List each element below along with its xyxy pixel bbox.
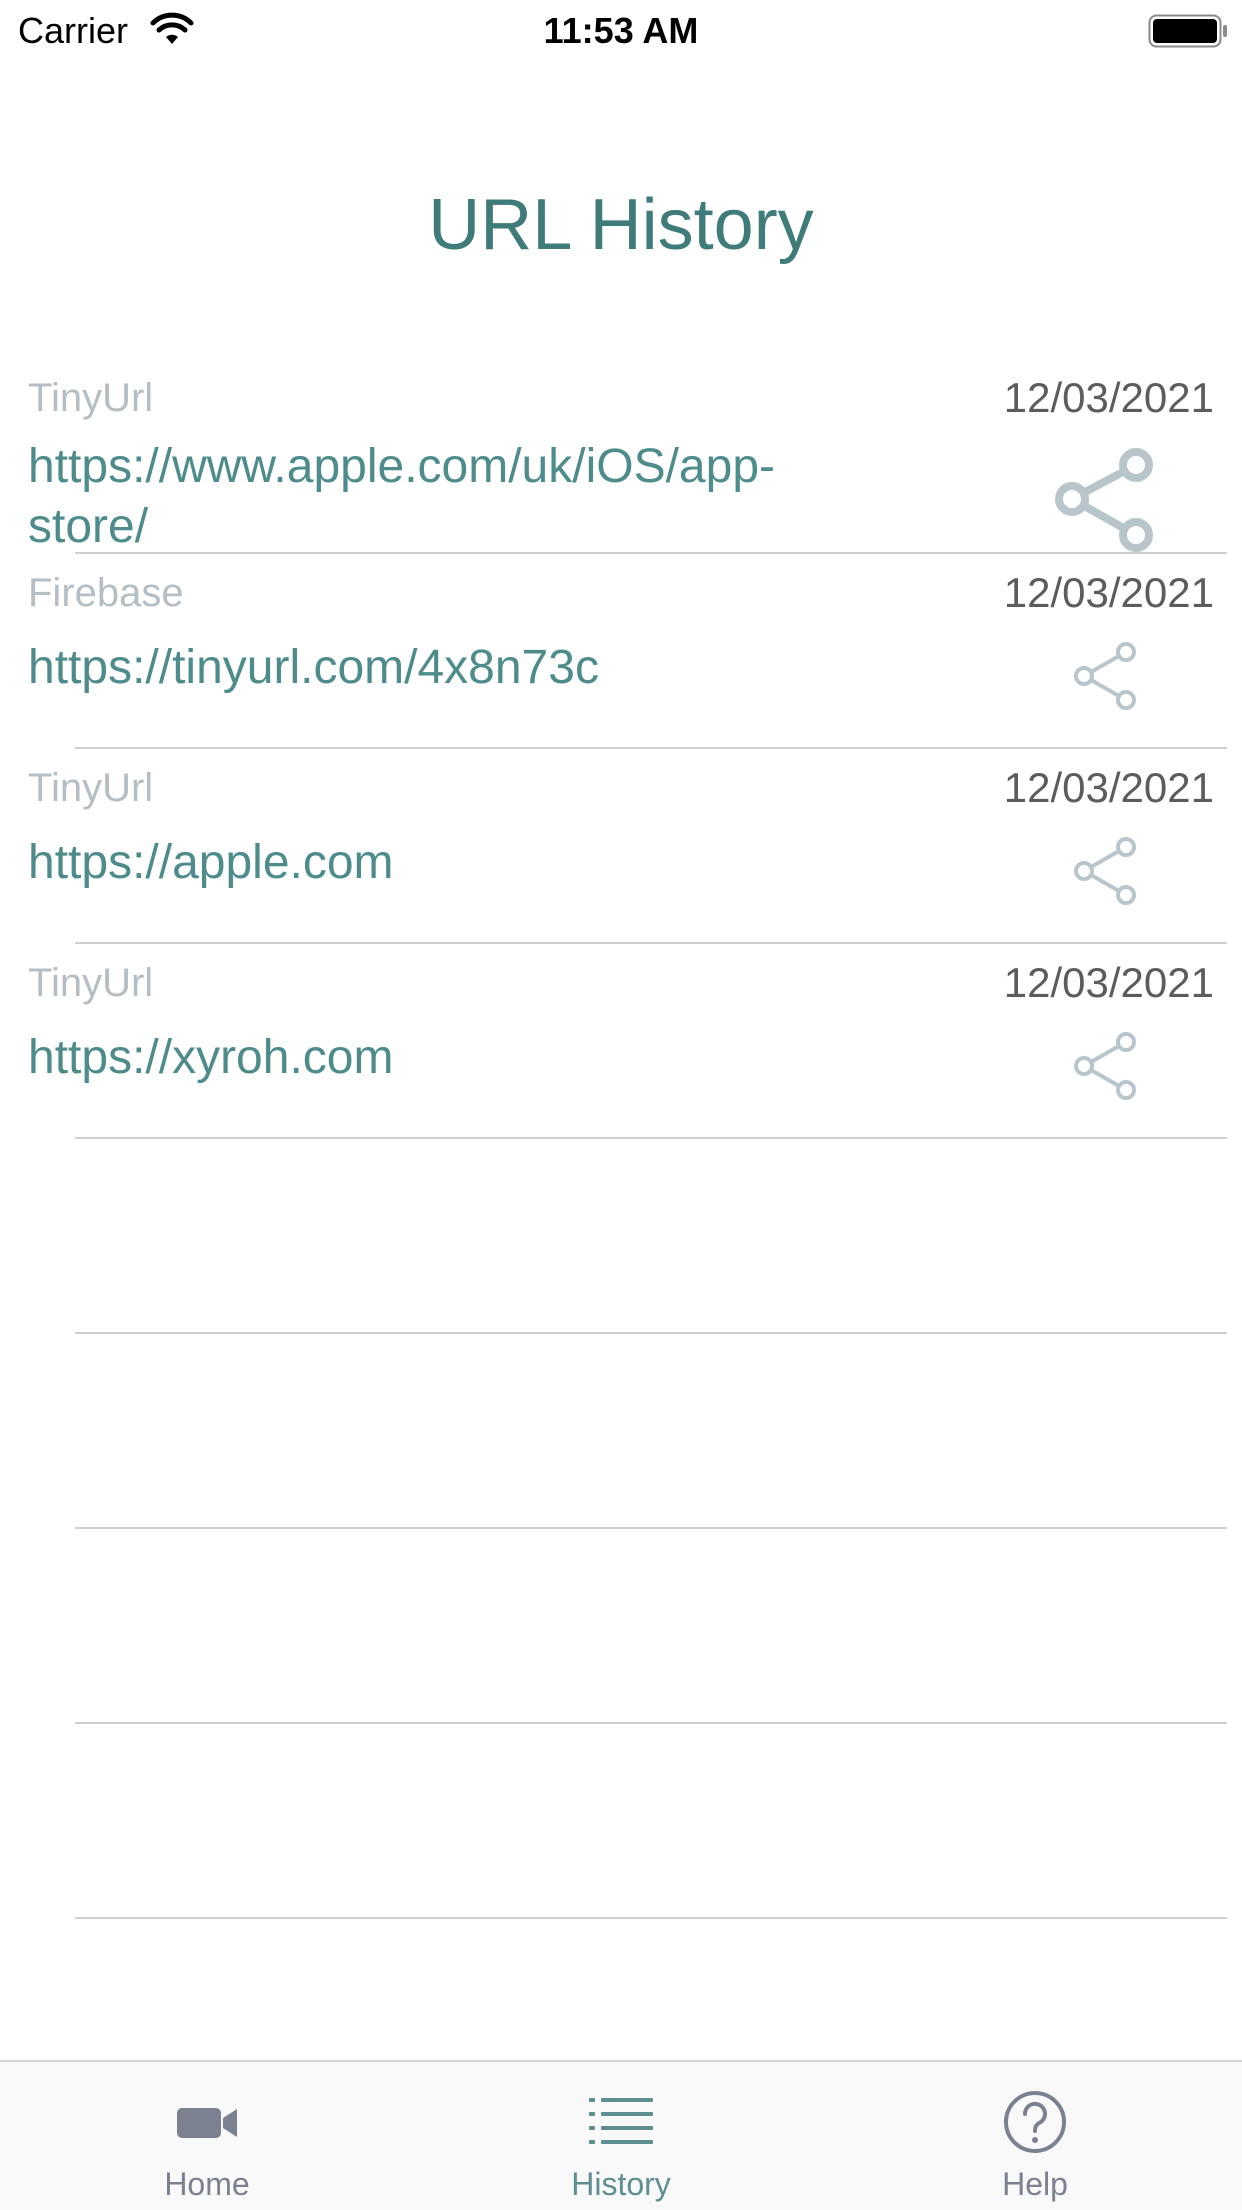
- page-title: URL History: [428, 185, 814, 265]
- row-date: 12/03/2021: [1003, 764, 1214, 811]
- row-separator: [75, 1332, 1227, 1334]
- row-separator: [75, 1722, 1227, 1724]
- row-url[interactable]: https://xyroh.com: [28, 1028, 788, 1088]
- row-date: 12/03/2021: [1003, 569, 1214, 616]
- tab-home[interactable]: Home: [0, 2062, 414, 2210]
- row-source-label: TinyUrl: [28, 961, 154, 1005]
- status-bar: Carrier 11:53 AM: [0, 0, 1242, 62]
- row-source-label: TinyUrl: [28, 376, 154, 420]
- battery-icon: [1148, 14, 1227, 48]
- question-circle-icon: [1004, 2091, 1066, 2153]
- tab-history[interactable]: History: [414, 2062, 828, 2210]
- tab-help[interactable]: Help: [828, 2062, 1242, 2210]
- history-row[interactable]: TinyUrl 12/03/2021 https://apple.com: [0, 747, 1242, 942]
- tab-label: History: [571, 2166, 671, 2202]
- row-source-label: Firebase: [28, 571, 184, 615]
- tab-bar: Home History Help: [0, 2060, 1242, 2210]
- share-icon[interactable]: [1070, 1030, 1142, 1102]
- row-source-label: TinyUrl: [28, 766, 154, 810]
- tab-label: Home: [164, 2166, 250, 2202]
- video-camera-icon: [177, 2108, 237, 2138]
- history-row[interactable]: TinyUrl 12/03/2021 https://www.apple.com…: [0, 357, 1242, 555]
- row-separator: [75, 1527, 1227, 1529]
- row-date: 12/03/2021: [1003, 374, 1214, 421]
- row-separator: [75, 1917, 1227, 1919]
- status-time: 11:53 AM: [543, 10, 699, 51]
- row-url[interactable]: https://tinyurl.com/4x8n73c: [28, 638, 788, 698]
- share-icon[interactable]: [1070, 835, 1142, 907]
- history-row[interactable]: Firebase 12/03/2021 https://tinyurl.com/…: [0, 552, 1242, 747]
- row-url[interactable]: https://www.apple.com/uk/iOS/app-store/: [28, 437, 788, 557]
- list-icon: [589, 2098, 653, 2144]
- tab-label: Help: [1002, 2166, 1068, 2202]
- share-icon[interactable]: [1050, 443, 1162, 555]
- share-icon[interactable]: [1070, 640, 1142, 712]
- row-date: 12/03/2021: [1003, 959, 1214, 1006]
- row-separator: [75, 1137, 1227, 1139]
- history-row[interactable]: TinyUrl 12/03/2021 https://xyroh.com: [0, 942, 1242, 1137]
- row-url[interactable]: https://apple.com: [28, 833, 788, 893]
